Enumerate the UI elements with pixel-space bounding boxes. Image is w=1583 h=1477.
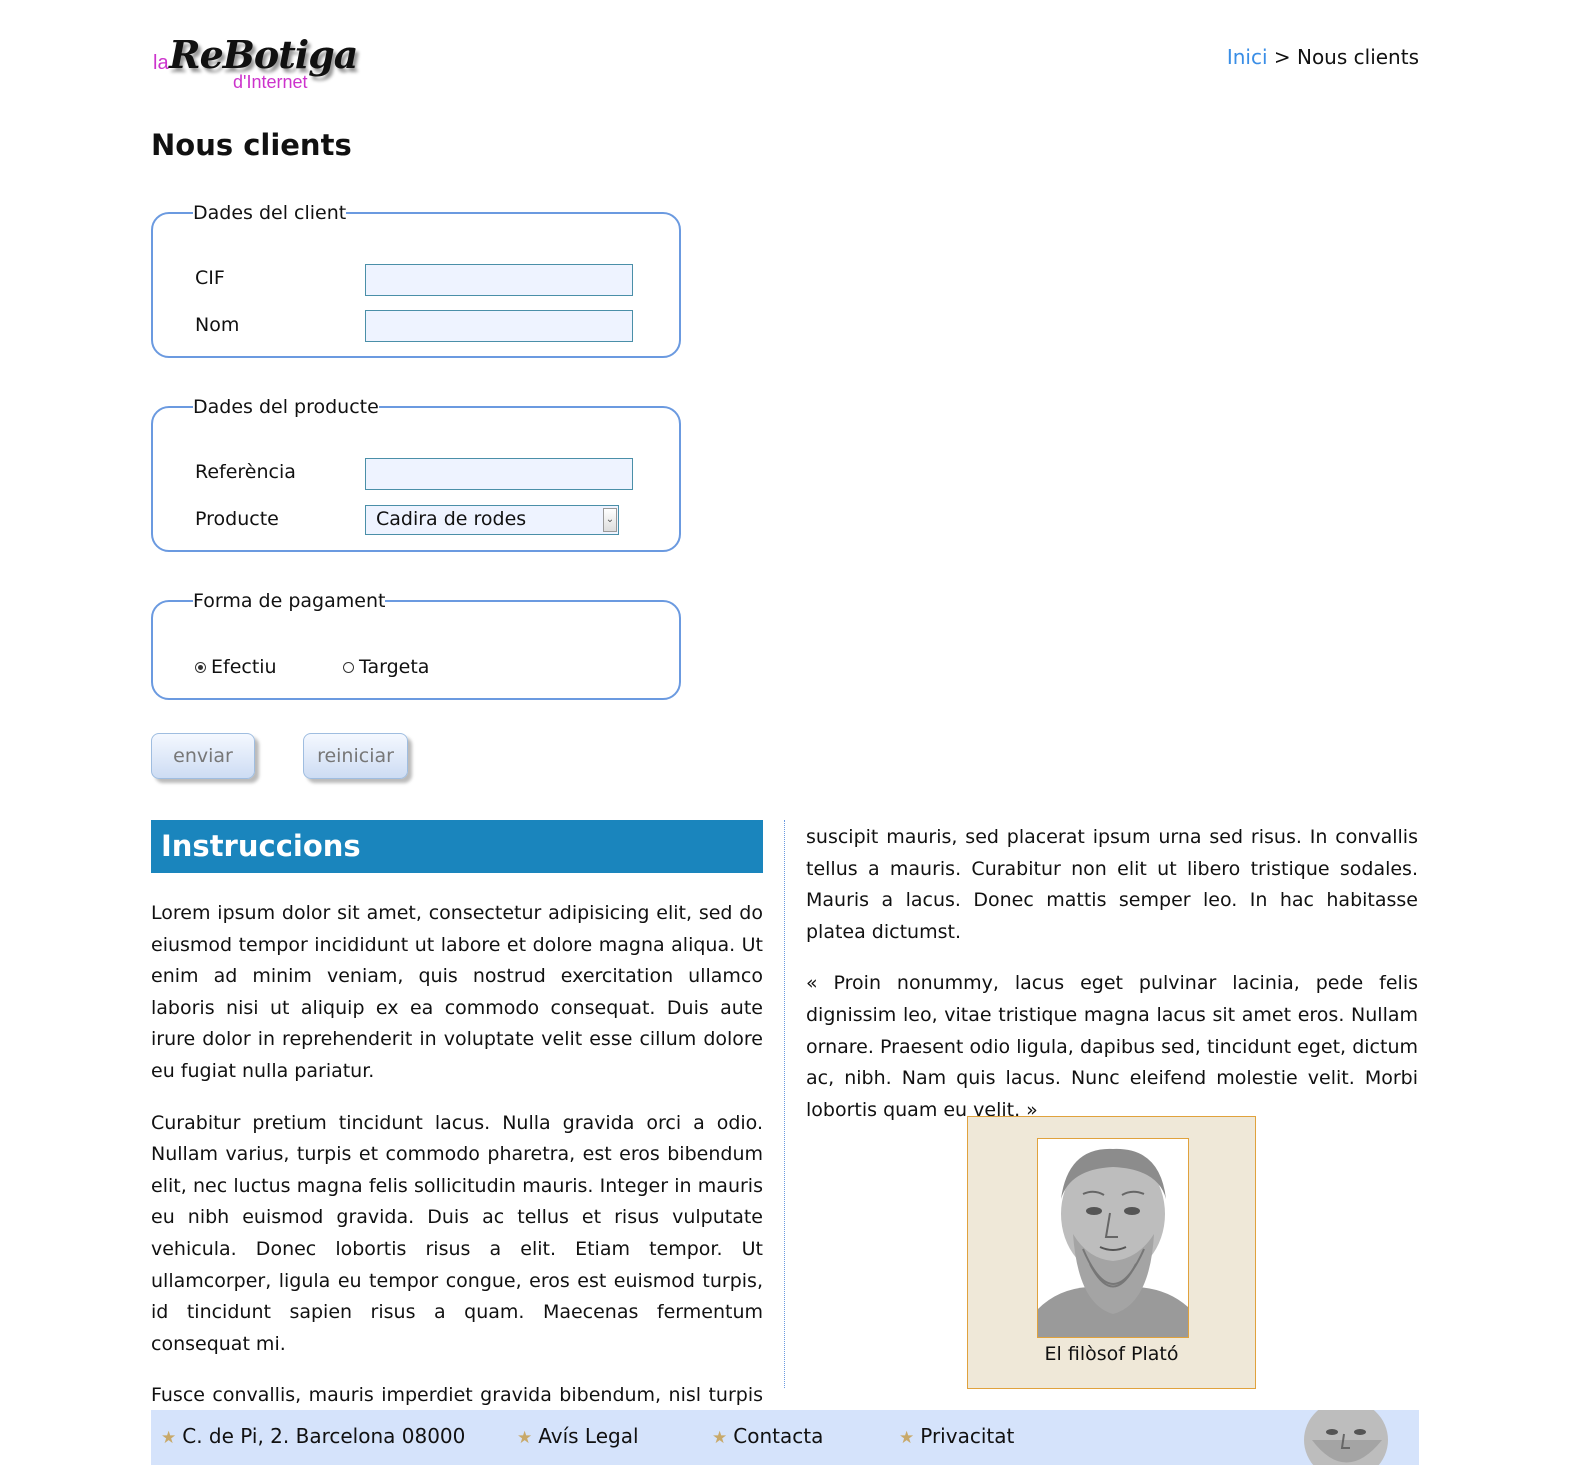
reference-input[interactable]	[365, 458, 633, 490]
payment-option-card[interactable]: Targeta	[343, 656, 429, 678]
footer-legal-text: Avís Legal	[538, 1424, 639, 1448]
breadcrumb-current: Nous clients	[1296, 45, 1419, 69]
page: la ReBotiga d'Internet Inici > Nous clie…	[151, 0, 1419, 1465]
plato-figure-caption: El filòsof Plató	[1044, 1343, 1179, 1365]
footer-contact-text: Contacta	[733, 1424, 824, 1448]
plato-bust-thumbnail	[1294, 1410, 1419, 1465]
instructions-title: Instruccions	[151, 820, 763, 873]
plato-figure: El filòsof Plató	[967, 1116, 1256, 1389]
submit-button[interactable]: enviar	[151, 733, 255, 779]
instructions-continuation: suscipit mauris, sed placerat ipsum urna…	[806, 826, 1418, 943]
header: la ReBotiga d'Internet Inici > Nous clie…	[151, 0, 1419, 110]
payment-option-cash[interactable]: Efectiu	[195, 656, 277, 678]
logo-name: ReBotiga	[169, 32, 358, 77]
footer-address-text: C. de Pi, 2. Barcelona 08000	[182, 1424, 466, 1448]
site-logo[interactable]: la ReBotiga d'Internet	[151, 32, 358, 102]
instructions-paragraph: Lorem ipsum dolor sit amet, consectetur …	[151, 902, 763, 1082]
product-select[interactable]: Cadira de rodes ⌄	[365, 505, 619, 535]
product-fieldset: Dades del producte Referència Producte C…	[151, 396, 681, 552]
star-icon: ★	[517, 1428, 533, 1448]
footer-contact-link[interactable]: ★ Contacta	[712, 1424, 823, 1448]
payment-fieldset: Forma de pagament Efectiu Targeta	[151, 590, 681, 700]
reference-label: Referència	[195, 461, 296, 483]
page-title: Nous clients	[151, 128, 352, 162]
instructions-left-column: Instruccions Lorem ipsum dolor sit amet,…	[151, 820, 763, 1432]
footer-privacy-text: Privacitat	[920, 1424, 1015, 1448]
name-label: Nom	[195, 314, 240, 336]
instructions-right-column: suscipit mauris, sed placerat ipsum urna…	[806, 820, 1418, 1389]
breadcrumb: Inici > Nous clients	[1227, 45, 1419, 69]
name-input[interactable]	[365, 310, 633, 342]
footer: ★ C. de Pi, 2. Barcelona 08000 ★ Avís Lega…	[151, 1410, 1419, 1465]
logo-prefix: la	[153, 52, 169, 74]
star-icon: ★	[161, 1428, 177, 1448]
product-label: Producte	[195, 508, 279, 530]
cif-label: CIF	[195, 267, 225, 289]
radio-checked-icon[interactable]	[195, 662, 206, 673]
breadcrumb-separator: >	[1273, 45, 1291, 69]
product-fieldset-legend: Dades del producte	[193, 396, 379, 418]
footer-legal-link[interactable]: ★ Avís Legal	[517, 1424, 639, 1448]
plato-bust-image	[1037, 1138, 1189, 1338]
instructions-paragraph: Fusce convallis, mauris imperdiet gravid…	[151, 1384, 763, 1407]
breadcrumb-home-link[interactable]: Inici	[1227, 45, 1268, 69]
footer-address: ★ C. de Pi, 2. Barcelona 08000	[161, 1424, 465, 1448]
chevron-down-icon[interactable]: ⌄	[603, 508, 617, 532]
logo-suffix: d'Internet	[233, 72, 308, 92]
payment-fieldset-legend: Forma de pagament	[193, 590, 386, 612]
client-fieldset: Dades del client CIF Nom	[151, 202, 681, 358]
cif-input[interactable]	[365, 264, 633, 296]
payment-option-label: Targeta	[359, 656, 430, 678]
product-select-value: Cadira de rodes	[376, 508, 527, 530]
star-icon: ★	[712, 1428, 728, 1448]
instructions-paragraph: Curabitur pretium tincidunt lacus. Nulla…	[151, 1111, 763, 1355]
column-divider	[784, 820, 785, 1388]
star-icon: ★	[899, 1428, 915, 1448]
payment-option-label: Efectiu	[211, 656, 277, 678]
reset-button[interactable]: reiniciar	[303, 733, 408, 779]
radio-unchecked-icon[interactable]	[343, 662, 354, 673]
footer-privacy-link[interactable]: ★ Privacitat	[899, 1424, 1014, 1448]
client-fieldset-legend: Dades del client	[193, 202, 347, 224]
instructions-quote: « Proin nonummy, lacus eget pulvinar lac…	[806, 972, 1418, 1121]
